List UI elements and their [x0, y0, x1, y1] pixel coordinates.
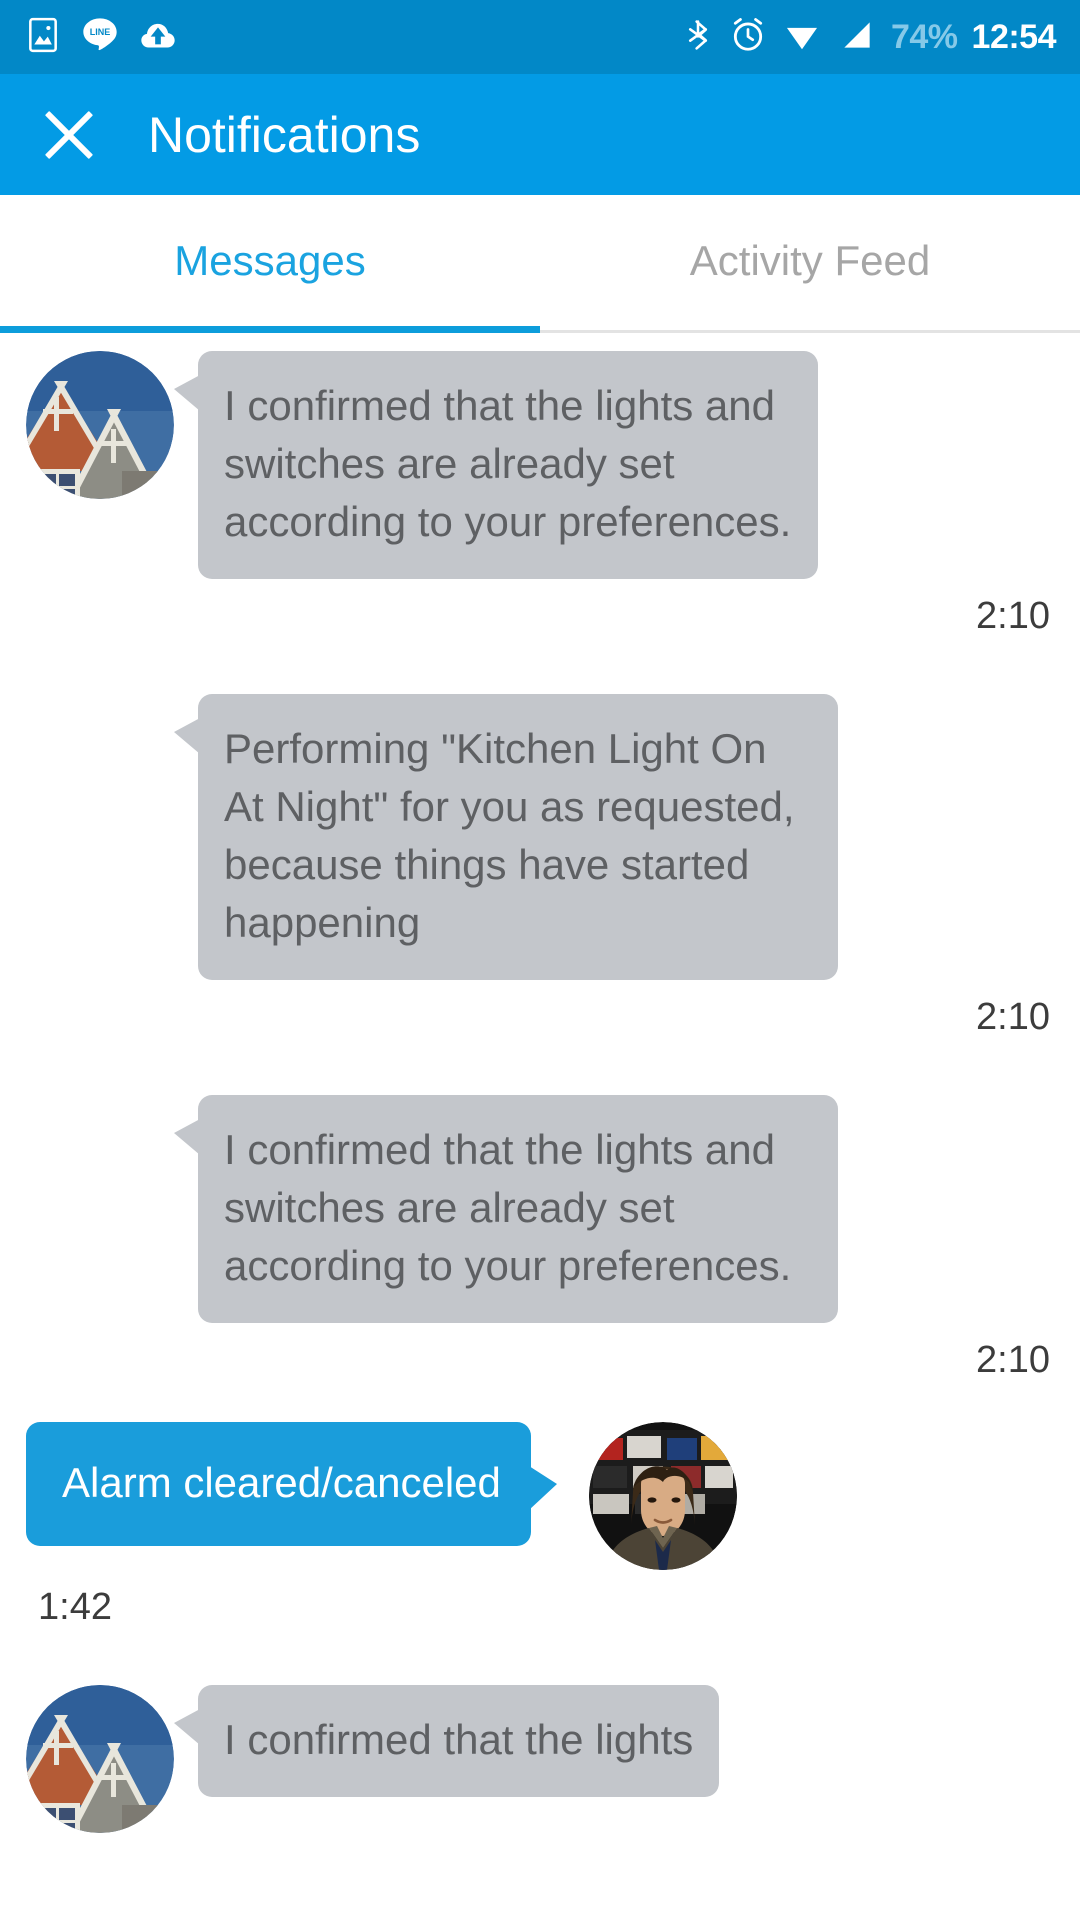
image-icon: [24, 16, 62, 59]
message-timestamp: 2:10: [976, 996, 1050, 1038]
battery-percentage: 74%: [890, 17, 958, 56]
svg-text:LINE: LINE: [90, 27, 111, 37]
message-bubble[interactable]: I confirmed that the lights and switches…: [174, 1095, 838, 1323]
message-list[interactable]: I confirmed that the lights and switches…: [0, 333, 1080, 1920]
tab-activity-feed[interactable]: Activity Feed: [540, 195, 1080, 333]
status-bar-clock: 12:54: [971, 17, 1057, 56]
avatar[interactable]: [588, 1422, 737, 1570]
bubble-wrap: Alarm cleared/canceled: [26, 1422, 557, 1546]
status-bar: LINE 74% 12:54: [0, 0, 1080, 74]
message-row: I confirmed that the lights: [0, 1685, 1080, 1833]
house-photo-avatar: [26, 351, 174, 499]
message-timestamp: 1:42: [38, 1586, 112, 1628]
message-bubble[interactable]: Alarm cleared/canceled: [26, 1422, 557, 1546]
bluetooth-icon: [681, 16, 715, 59]
message-bubble[interactable]: I confirmed that the lights: [173, 1685, 720, 1797]
bubble-wrap: I confirmed that the lights: [173, 1685, 720, 1797]
avatar[interactable]: [26, 1685, 174, 1833]
close-icon[interactable]: [40, 106, 98, 164]
alarm-icon: [729, 16, 767, 59]
message-row: Alarm cleared/canceled: [0, 1422, 1080, 1570]
message-row: I confirmed that the lights and switches…: [172, 1095, 1080, 1323]
app-bar: Notifications: [0, 74, 1080, 195]
tab-messages-label: Messages: [174, 237, 366, 284]
line-app-icon: LINE: [80, 15, 120, 60]
signal-icon: [837, 16, 877, 59]
house-photo-avatar: [26, 1685, 174, 1833]
status-bar-left-icons: LINE: [24, 15, 178, 60]
bubble-wrap: Performing "Kitchen Light On At Night" f…: [174, 694, 838, 980]
tab-active-indicator: [0, 326, 540, 333]
message-timestamp: 2:10: [976, 1339, 1050, 1381]
bubble-wrap: I confirmed that the lights and switches…: [174, 351, 818, 579]
tab-messages[interactable]: Messages: [0, 195, 540, 333]
message-timestamp: 2:10: [976, 595, 1050, 637]
wifi-icon: [781, 16, 823, 59]
tab-bar: Messages Activity Feed: [0, 195, 1080, 333]
page-title: Notifications: [148, 106, 421, 163]
message-row: Performing "Kitchen Light On At Night" f…: [172, 694, 1080, 980]
bubble-wrap: I confirmed that the lights and switches…: [174, 1095, 838, 1323]
tab-activity-feed-label: Activity Feed: [689, 237, 931, 284]
person-photo-avatar: [588, 1422, 737, 1570]
message-bubble[interactable]: Performing "Kitchen Light On At Night" f…: [174, 694, 838, 980]
message-bubble[interactable]: I confirmed that the lights and switches…: [174, 351, 818, 579]
message-row: I confirmed that the lights and switches…: [0, 351, 1080, 579]
status-bar-right-icons: 74% 12:54: [681, 16, 1057, 59]
cloud-upload-icon: [138, 15, 178, 60]
avatar[interactable]: [26, 351, 174, 499]
